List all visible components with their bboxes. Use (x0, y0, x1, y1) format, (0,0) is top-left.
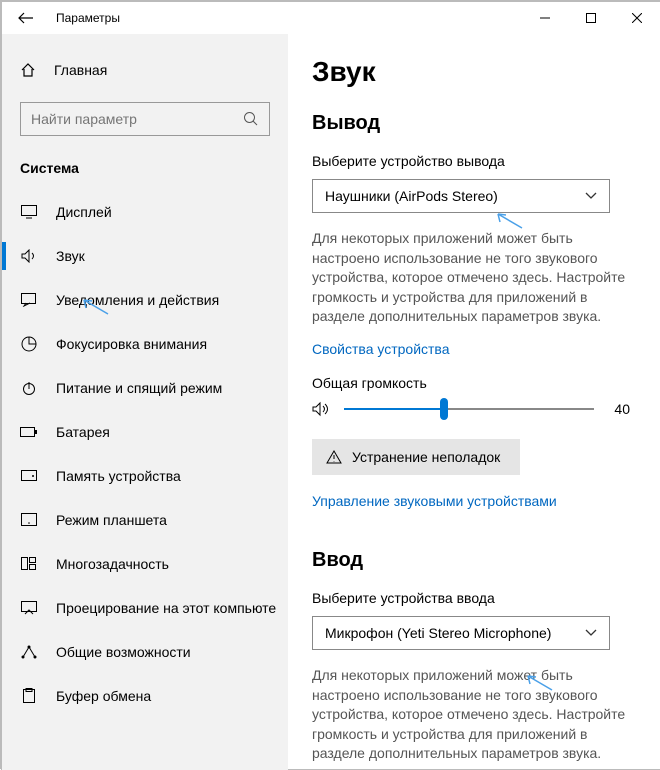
maximize-button[interactable] (568, 2, 614, 34)
troubleshoot-label: Устранение неполадок (352, 449, 500, 465)
storage-icon (20, 470, 38, 482)
maximize-icon (586, 13, 596, 23)
projecting-icon (20, 601, 38, 615)
input-device-select[interactable]: Микрофон (Yeti Stereo Microphone) (312, 616, 610, 650)
input-device-selected: Микрофон (Yeti Stereo Microphone) (325, 625, 551, 641)
input-section-title: Ввод (312, 549, 636, 572)
annotation-arrow (494, 210, 524, 230)
sidebar-item-label: Многозадачность (56, 556, 169, 572)
page-title: Звук (312, 56, 636, 88)
output-select-label: Выберите устройство вывода (312, 153, 636, 169)
multitasking-icon (20, 557, 38, 571)
output-device-selected: Наушники (AirPods Stereo) (325, 188, 498, 204)
sidebar-item-projecting[interactable]: Проецирование на этот компьютер (2, 586, 288, 630)
sidebar-item-label: Режим планшета (56, 512, 167, 528)
output-description: Для некоторых приложений может быть наст… (312, 229, 636, 327)
clipboard-icon (20, 688, 38, 704)
chevron-down-icon (585, 629, 597, 637)
input-description: Для некоторых приложений может быть наст… (312, 666, 636, 764)
input-select-label: Выберите устройства ввода (312, 590, 636, 606)
home-icon (20, 62, 36, 78)
sidebar-item-clipboard[interactable]: Буфер обмена (2, 674, 288, 718)
device-properties-link[interactable]: Свойства устройства (312, 341, 636, 357)
display-icon (20, 205, 38, 219)
home-button[interactable]: Главная (2, 50, 288, 90)
minimize-icon (540, 13, 550, 23)
sidebar-item-sound[interactable]: Звук (2, 234, 288, 278)
close-button[interactable] (614, 2, 660, 34)
minimize-button[interactable] (522, 2, 568, 34)
output-section-title: Вывод (312, 112, 636, 135)
back-arrow-icon (18, 12, 34, 24)
sidebar-item-label: Батарея (56, 424, 110, 440)
sidebar-item-label: Память устройства (56, 468, 181, 484)
shared-icon (20, 645, 38, 659)
sidebar-item-label: Уведомления и действия (56, 292, 219, 308)
search-input[interactable] (31, 111, 231, 127)
window-title: Параметры (50, 11, 120, 25)
tablet-icon (20, 513, 38, 527)
volume-label: Общая громкость (312, 375, 636, 391)
sidebar-item-label: Буфер обмена (56, 688, 151, 704)
sidebar-item-shared[interactable]: Общие возможности (2, 630, 288, 674)
sidebar-item-storage[interactable]: Память устройства (2, 454, 288, 498)
main-content: Звук Вывод Выберите устройство вывода На… (288, 34, 660, 770)
volume-fill (344, 408, 444, 410)
sidebar-item-power[interactable]: Питание и спящий режим (2, 366, 288, 410)
sidebar-item-label: Общие возможности (56, 644, 191, 660)
volume-slider[interactable] (344, 408, 594, 410)
warning-icon (326, 450, 342, 464)
battery-icon (20, 426, 38, 438)
back-button[interactable] (2, 2, 50, 34)
sidebar-item-label: Проецирование на этот компьютер (56, 600, 276, 616)
sidebar-item-label: Фокусировка внимания (56, 336, 207, 352)
manage-devices-link[interactable]: Управление звуковыми устройствами (312, 493, 636, 509)
search-icon (243, 111, 259, 127)
sidebar-item-multitasking[interactable]: Многозадачность (2, 542, 288, 586)
notifications-icon (20, 293, 38, 307)
output-device-select[interactable]: Наушники (AirPods Stereo) (312, 179, 610, 213)
sidebar-item-focus[interactable]: Фокусировка внимания (2, 322, 288, 366)
sound-icon (20, 249, 38, 263)
volume-icon (312, 401, 332, 417)
volume-thumb[interactable] (440, 398, 448, 420)
volume-value: 40 (614, 401, 636, 417)
focus-icon (20, 336, 38, 352)
close-icon (632, 13, 642, 23)
home-label: Главная (54, 62, 107, 78)
category-label: Система (2, 154, 288, 190)
chevron-down-icon (585, 192, 597, 200)
sidebar-item-notifications[interactable]: Уведомления и действия (2, 278, 288, 322)
search-box[interactable] (20, 102, 270, 136)
sidebar: Главная Система Дисплей Звук Уведомления… (2, 34, 288, 770)
sidebar-item-battery[interactable]: Батарея (2, 410, 288, 454)
sidebar-item-tablet[interactable]: Режим планшета (2, 498, 288, 542)
sidebar-item-label: Дисплей (56, 204, 112, 220)
sidebar-item-label: Звук (56, 248, 85, 264)
sidebar-item-label: Питание и спящий режим (56, 380, 222, 396)
sidebar-item-display[interactable]: Дисплей (2, 190, 288, 234)
troubleshoot-button[interactable]: Устранение неполадок (312, 439, 520, 475)
power-icon (20, 380, 38, 396)
